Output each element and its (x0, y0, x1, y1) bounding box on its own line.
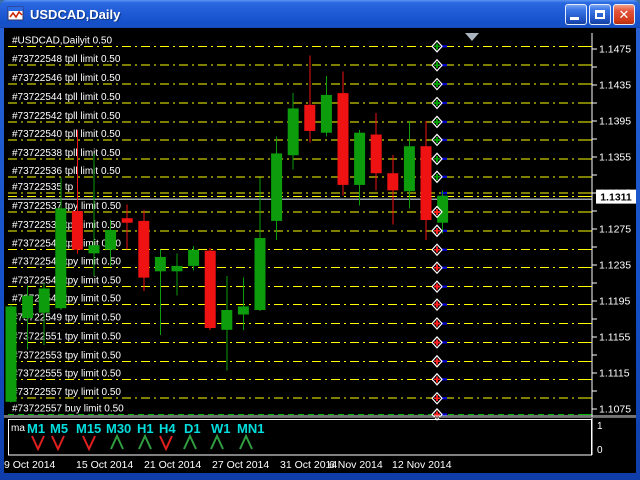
order-end-dash (441, 192, 447, 194)
candle-body (22, 296, 33, 319)
order-line-label: #73722545 tpy limit 0.50 (12, 276, 121, 287)
candle-body (55, 208, 66, 308)
signal-down-arrow-icon (160, 436, 172, 449)
signal-up-arrow-icon (211, 436, 223, 449)
signal-down-arrow-icon (83, 436, 95, 449)
tf-label-h1: H1 (137, 421, 154, 436)
order-line-label: #73722544 tpll limit 0.50 (12, 92, 121, 103)
current-price-label: 1.1311 (600, 191, 632, 203)
price-label: 1.1155 (599, 332, 630, 344)
candle-body (138, 221, 149, 278)
restore-button[interactable] (589, 4, 611, 25)
chart-canvas[interactable]: #USDCAD,Dailyit 0.50 #73722548 tpll limit… (4, 28, 636, 473)
price-label: 1.1355 (599, 152, 631, 164)
indicator-name-label: ma (11, 423, 25, 434)
close-icon: ✕ (614, 6, 634, 25)
tf-label-h4: H4 (159, 421, 176, 436)
order-line-label: #73722538 tpll limit 0.50 (12, 148, 121, 159)
tf-label-m15: M15 (76, 421, 101, 436)
candle-body (255, 238, 266, 310)
date-label: 9 Oct 2014 (4, 459, 56, 471)
price-label: 1.1115 (599, 368, 630, 380)
price-label: 1.1235 (599, 260, 631, 272)
date-label: 15 Oct 2014 (76, 459, 133, 471)
signal-up-arrow-icon (111, 436, 123, 449)
order-line-label: #73722551 tpy limit 0.50 (12, 331, 121, 342)
candle-body (404, 146, 415, 191)
window-controls: ✕ (565, 4, 635, 25)
titlebar[interactable]: USDCAD,Daily ✕ (0, 0, 640, 28)
candle-body (172, 266, 183, 271)
minimize-button[interactable] (565, 4, 587, 25)
restore-icon (595, 10, 605, 19)
tf-label-w1: W1 (211, 421, 231, 436)
candle-body (288, 108, 299, 155)
indicator-scale-bottom: 0 (597, 445, 603, 456)
signal-up-arrow-icon (139, 436, 151, 449)
order-line-label: #73722553 tpy limit 0.50 (12, 350, 121, 361)
date-label: 12 Nov 2014 (392, 459, 452, 471)
candle-body (72, 211, 83, 250)
order-line-label: #73722555 tpy limit 0.50 (12, 368, 121, 379)
chart-window-icon (7, 6, 25, 22)
date-label: 21 Oct 2014 (144, 459, 201, 471)
price-label: 1.1075 (599, 404, 631, 416)
candle-body (6, 306, 17, 401)
candle-body (238, 306, 249, 314)
candle-body (105, 230, 116, 250)
order-line-label: #73722536 tpll limit 0.50 (12, 166, 121, 177)
price-label: 1.1395 (599, 116, 631, 128)
candle-body (421, 146, 432, 220)
candle-body (205, 251, 216, 328)
candle-body (321, 95, 332, 133)
order-line-label: #73722548 tpll limit 0.50 (12, 54, 121, 65)
tf-label-m5: M5 (50, 421, 68, 436)
signal-down-arrow-icon (32, 436, 44, 449)
order-line-label: #73722535 tp (12, 182, 74, 193)
price-label: 1.1195 (599, 296, 630, 308)
signal-down-arrow-icon (52, 436, 64, 449)
candle-body (371, 135, 382, 174)
price-label: 1.1435 (599, 80, 631, 92)
price-label: 1.1275 (599, 224, 631, 236)
candle-body (354, 133, 365, 185)
candle-body (122, 218, 133, 223)
order-line-label: #73722557 tpy limit 0.50 (12, 387, 121, 398)
order-line-label: #USDCAD,Dailyit 0.50 (12, 35, 112, 46)
date-label: 27 Oct 2014 (212, 459, 269, 471)
window-title: USDCAD,Daily (30, 7, 565, 22)
date-label: 6 Nov 2014 (329, 459, 383, 471)
chart-client-area: #USDCAD,Dailyit 0.50 #73722548 tpll limit… (4, 28, 636, 473)
candle-body (155, 257, 166, 271)
signal-up-arrow-icon (240, 436, 252, 449)
order-line-label: #73722540 tpll limit 0.50 (12, 129, 121, 140)
price-label: 1.1475 (599, 44, 631, 56)
candle-body (271, 153, 282, 221)
minimize-icon (570, 17, 579, 20)
indicator-scale-top: 1 (597, 421, 603, 432)
candle-body (89, 245, 100, 253)
order-line-label: #73722537 tpy limit 0.50 (12, 201, 121, 212)
candle-body (387, 173, 398, 190)
order-line-label: #73722546 tpll limit 0.50 (12, 73, 121, 84)
candle-body (221, 310, 232, 330)
tf-label-m1: M1 (27, 421, 45, 436)
mt4-chart-window: USDCAD,Daily ✕ #USDCAD,Dailyit 0.50 #7372… (0, 0, 640, 480)
tf-label-m30: M30 (106, 421, 131, 436)
chart-shift-marker-icon (465, 33, 479, 41)
close-button[interactable]: ✕ (613, 4, 635, 25)
order-line-label: #73722541 tpy limit 0.50 (12, 239, 121, 250)
candle-body (39, 288, 50, 312)
order-line-label: #73722542 tpll limit 0.50 (12, 111, 121, 122)
candle-body (338, 93, 349, 185)
tf-label-d1: D1 (184, 421, 201, 436)
candle-body (304, 105, 315, 131)
candle-body (188, 250, 199, 266)
order-line-label: #73722543 tpy limit 0.50 (12, 257, 121, 268)
signal-up-arrow-icon (184, 436, 196, 449)
order-line-label: #73722539 tpy limit 0.50 (12, 220, 121, 231)
tf-label-mn1: MN1 (237, 421, 264, 436)
order-line-label: #73722557 buy limit 0.50 (12, 403, 124, 414)
